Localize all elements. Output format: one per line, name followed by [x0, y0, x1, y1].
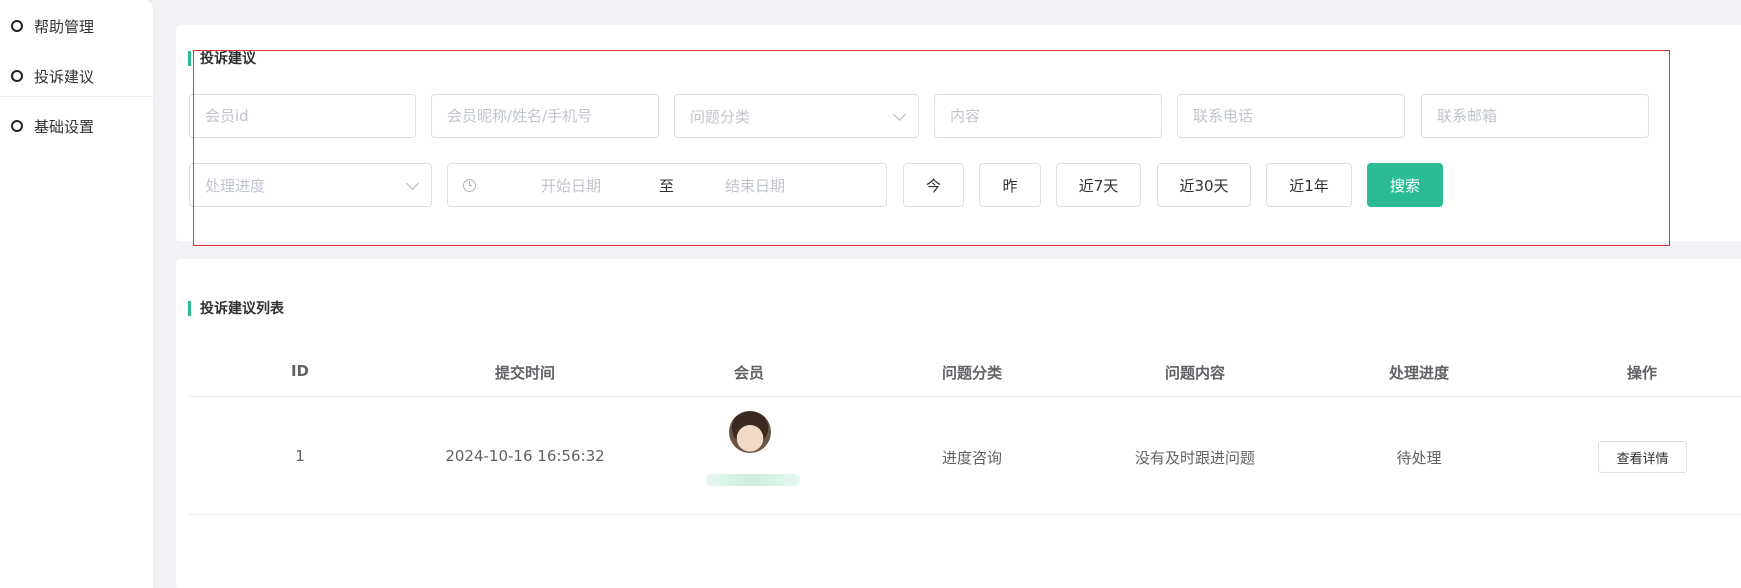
- sidebar-item-label: 投诉建议: [34, 67, 95, 86]
- end-date-placeholder[interactable]: 结束日期: [725, 175, 785, 196]
- column-header-id: ID: [290, 362, 310, 380]
- last-30-days-button[interactable]: 近30天: [1157, 163, 1251, 207]
- email-field[interactable]: [1421, 94, 1649, 138]
- content-input[interactable]: [950, 107, 1161, 125]
- clock-icon: [463, 178, 476, 192]
- start-date-placeholder[interactable]: 开始日期: [541, 175, 601, 196]
- last-1-year-button[interactable]: 近1年: [1266, 163, 1352, 207]
- sidebar-item-help[interactable]: 帮助管理: [0, 1, 153, 51]
- list-card: 投诉建议列表: [176, 259, 1741, 588]
- content-field[interactable]: [934, 94, 1162, 138]
- title-accent-bar: [188, 50, 191, 66]
- progress-select-placeholder: 处理进度: [205, 176, 266, 195]
- phone-field[interactable]: [1177, 94, 1405, 138]
- search-button[interactable]: 搜索: [1367, 163, 1443, 207]
- sidebar-item-settings[interactable]: 基础设置: [0, 101, 153, 151]
- chevron-down-icon: [893, 108, 906, 121]
- divider: [0, 96, 153, 97]
- cell-submit-time: 2024-10-16 16:56:32: [445, 447, 605, 465]
- date-separator: 至: [659, 176, 675, 195]
- progress-select[interactable]: 处理进度: [189, 163, 432, 207]
- phone-input[interactable]: [1193, 107, 1404, 125]
- circle-icon: [11, 20, 23, 32]
- circle-icon: [11, 120, 23, 132]
- cell-id: 1: [295, 447, 305, 465]
- last-7-days-button[interactable]: 近7天: [1056, 163, 1141, 207]
- category-select-placeholder: 问题分类: [690, 107, 751, 126]
- member-name-input[interactable]: [447, 107, 658, 125]
- column-header-actions: 操作: [1626, 364, 1658, 382]
- email-input[interactable]: [1437, 107, 1648, 125]
- circle-icon: [11, 70, 23, 82]
- cell-progress: 待处理: [1396, 449, 1442, 467]
- table-row-divider: [188, 514, 1741, 515]
- cell-category: 进度咨询: [941, 449, 1003, 467]
- member-name-blurred: [706, 474, 800, 486]
- sidebar-item-complaints[interactable]: 投诉建议: [0, 51, 153, 101]
- column-header-content: 问题内容: [1164, 364, 1226, 382]
- category-select[interactable]: 问题分类: [674, 94, 919, 138]
- column-header-member: 会员: [733, 364, 765, 382]
- today-button[interactable]: 今: [903, 163, 964, 207]
- sidebar-item-label: 基础设置: [34, 117, 95, 136]
- date-range-picker[interactable]: 开始日期 至 结束日期: [447, 163, 887, 207]
- list-title: 投诉建议列表: [188, 298, 284, 318]
- member-id-field[interactable]: [189, 94, 416, 138]
- member-name-field[interactable]: [431, 94, 659, 138]
- table-header-divider: [188, 396, 1741, 397]
- cell-content: 没有及时跟进问题: [1134, 449, 1256, 467]
- column-header-category: 问题分类: [941, 364, 1003, 382]
- column-header-submit-time: 提交时间: [494, 364, 556, 382]
- view-details-button[interactable]: 查看详情: [1598, 441, 1687, 473]
- list-title-text: 投诉建议列表: [200, 301, 284, 317]
- title-accent-bar: [188, 300, 191, 316]
- chevron-down-icon: [406, 177, 419, 190]
- yesterday-button[interactable]: 昨: [979, 163, 1041, 207]
- avatar: [729, 411, 771, 453]
- filter-title-text: 投诉建议: [200, 51, 256, 67]
- filter-title: 投诉建议: [188, 48, 256, 68]
- member-id-input[interactable]: [205, 107, 415, 125]
- column-header-progress: 处理进度: [1388, 364, 1450, 382]
- sidebar-item-label: 帮助管理: [34, 17, 95, 36]
- sidebar: 帮助管理 投诉建议 基础设置: [0, 0, 153, 588]
